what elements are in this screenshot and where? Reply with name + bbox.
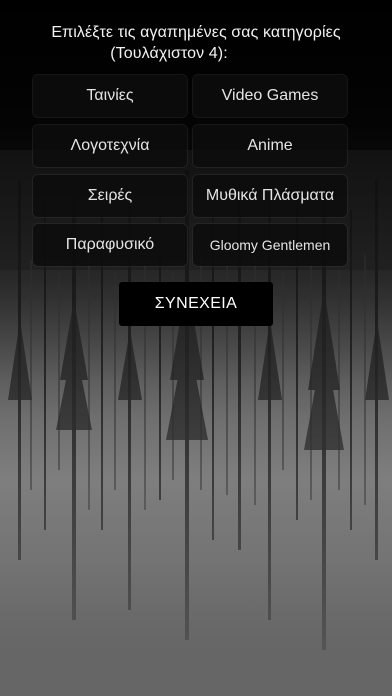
instruction-header: Επιλέξτε τις αγαπημένες σας κατηγορίες (…	[0, 22, 392, 64]
category-button-literature[interactable]: Λογοτεχνία	[33, 125, 187, 167]
continue-button[interactable]: ΣΥΝΕΧΕΙΑ	[119, 282, 273, 326]
category-button-mythical-creatures[interactable]: Μυθικά Πλάσματα	[193, 175, 347, 217]
category-button-series[interactable]: Σειρές	[33, 175, 187, 217]
category-button-gloomy-gentlemen[interactable]: Gloomy Gentlemen	[193, 224, 347, 266]
category-button-video-games[interactable]: Video Games	[193, 75, 347, 117]
category-selection-screen: Επιλέξτε τις αγαπημένες σας κατηγορίες (…	[0, 0, 392, 696]
category-button-movies[interactable]: Ταινίες	[33, 75, 187, 117]
instruction-line-1: Επιλέξτε τις αγαπημένες σας κατηγορίες	[51, 24, 341, 41]
category-button-paranormal[interactable]: Παραφυσικό	[33, 224, 187, 266]
category-button-anime[interactable]: Anime	[193, 125, 347, 167]
instruction-line-2: (Τουλάχιστον 4):	[110, 45, 228, 62]
